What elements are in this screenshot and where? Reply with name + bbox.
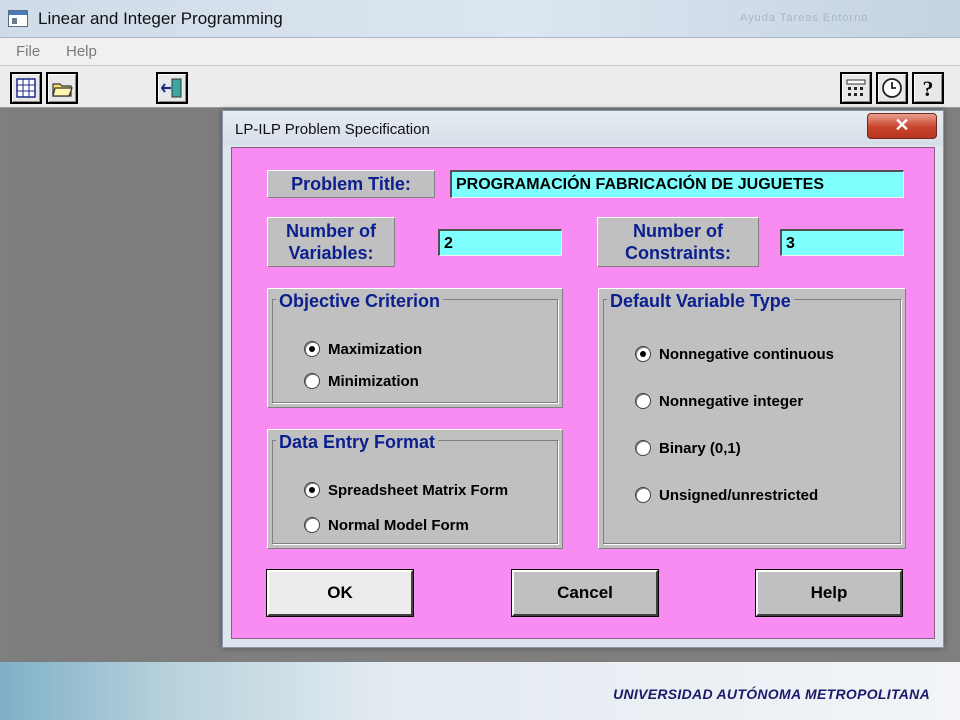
radio-nonnegative-continuous[interactable]: Nonnegative continuous [635, 344, 834, 364]
problem-specification-dialog: LP-ILP Problem Specification ✕ Problem T… [222, 110, 944, 648]
radio-label: Nonnegative integer [659, 392, 804, 410]
radio-spreadsheet-matrix[interactable]: Spreadsheet Matrix Form [304, 480, 508, 500]
question-icon: ? [923, 77, 934, 99]
radio-button[interactable] [635, 440, 651, 456]
objective-criterion-group: Objective Criterion Maximization Minimiz… [267, 288, 563, 408]
default-variable-type-title: Default Variable Type [607, 291, 794, 311]
radio-label: Normal Model Form [328, 516, 469, 534]
toolbar: ? [0, 66, 960, 108]
problem-title-label: Problem Title: [267, 170, 435, 198]
grid-icon [16, 78, 36, 98]
title-bar[interactable]: Linear and Integer Programming Ayuda Tar… [0, 0, 960, 38]
open-folder-icon [52, 83, 73, 97]
radio-label: Unsigned/unrestricted [659, 486, 819, 504]
radio-label: Spreadsheet Matrix Form [328, 481, 509, 499]
window-title: Linear and Integer Programming [38, 9, 283, 28]
calculator-button[interactable] [840, 72, 872, 104]
radio-label: Minimization [328, 372, 419, 390]
svg-text:?: ? [923, 77, 934, 99]
data-entry-format-group: Data Entry Format Spreadsheet Matrix For… [267, 429, 563, 549]
clock-button[interactable] [876, 72, 908, 104]
problem-title-input[interactable]: PROGRAMACIÓN FABRICACIÓN DE JUGUETES [450, 170, 904, 198]
menu-help[interactable]: Help [66, 43, 97, 60]
menu-file[interactable]: File [16, 43, 40, 60]
radio-button-selected[interactable] [304, 482, 320, 498]
radio-nonnegative-integer[interactable]: Nonnegative integer [635, 391, 803, 411]
radio-label: Binary (0,1) [659, 439, 741, 457]
num-variables-input[interactable]: 2 [438, 229, 562, 256]
radio-maximization[interactable]: Maximization [304, 339, 422, 359]
radio-label: Nonnegative continuous [659, 345, 835, 363]
radio-button[interactable] [304, 373, 320, 389]
num-constraints-input[interactable]: 3 [780, 229, 904, 256]
num-variables-label: Number of Variables: [267, 217, 395, 267]
dialog-title-bar[interactable]: LP-ILP Problem Specification ✕ [223, 111, 943, 145]
ok-button[interactable]: OK [266, 569, 414, 617]
radio-button[interactable] [635, 393, 651, 409]
workspace-area [8, 108, 222, 662]
radio-normal-model[interactable]: Normal Model Form [304, 515, 469, 535]
app-icon[interactable] [8, 10, 28, 27]
background-tabs-text: Ayuda Tareas Entorno [740, 12, 869, 24]
clock-icon [882, 78, 902, 98]
objective-criterion-title: Objective Criterion [276, 291, 444, 311]
radio-button[interactable] [304, 517, 320, 533]
radio-button-selected[interactable] [635, 346, 651, 362]
dialog-title: LP-ILP Problem Specification [235, 121, 430, 138]
num-constraints-label: Number of Constraints: [597, 217, 759, 267]
close-button[interactable]: ✕ [867, 113, 937, 139]
default-variable-type-group: Default Variable Type Nonnegative contin… [598, 288, 906, 549]
calculator-icon [846, 79, 866, 96]
radio-binary[interactable]: Binary (0,1) [635, 438, 741, 458]
dialog-help-button[interactable]: Help [755, 569, 903, 617]
radio-button[interactable] [635, 487, 651, 503]
help-button[interactable]: ? [912, 72, 944, 104]
radio-unrestricted[interactable]: Unsigned/unrestricted [635, 485, 818, 505]
open-problem-button[interactable] [46, 72, 78, 104]
institution-footer: UNIVERSIDAD AUTÓNOMA METROPOLITANA [613, 686, 930, 702]
radio-button-selected[interactable] [304, 341, 320, 357]
exit-door-icon [161, 78, 182, 98]
radio-minimization[interactable]: Minimization [304, 371, 419, 391]
menu-bar: File Help [0, 38, 960, 66]
cancel-button[interactable]: Cancel [511, 569, 659, 617]
dialog-body: Problem Title: PROGRAMACIÓN FABRICACIÓN … [231, 147, 935, 639]
new-problem-button[interactable] [10, 72, 42, 104]
exit-button[interactable] [156, 72, 188, 104]
radio-label: Maximization [328, 340, 423, 358]
data-entry-format-title: Data Entry Format [276, 432, 439, 452]
